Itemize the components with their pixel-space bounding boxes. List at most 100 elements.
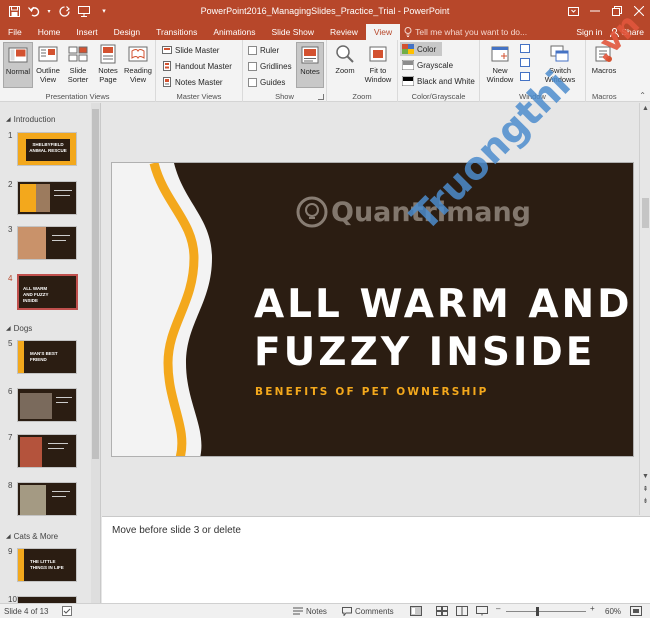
thumbnail-scrollbar-thumb[interactable]	[92, 109, 99, 459]
master-views-label: Master Views	[176, 92, 222, 101]
tab-home[interactable]: Home	[30, 24, 69, 40]
redo-icon[interactable]	[56, 3, 72, 19]
new-window-button[interactable]: New Window	[483, 42, 517, 88]
share-button[interactable]: Share	[608, 24, 650, 40]
previous-slide-icon[interactable]: ⇞	[640, 485, 650, 493]
next-slide-icon[interactable]: ⇟	[640, 497, 650, 505]
window-controls	[562, 0, 650, 22]
slide-title[interactable]: ALL WARM AND FUZZY INSIDE	[254, 281, 633, 377]
slide-vertical-scrollbar[interactable]: ▲ ▼ ⇞ ⇟	[639, 103, 650, 515]
slide-master-button[interactable]: Slide Master	[162, 43, 219, 57]
comments-status-button[interactable]: Comments	[342, 606, 394, 616]
sign-in-link[interactable]: Sign in	[570, 24, 608, 40]
tab-review[interactable]: Review	[322, 24, 366, 40]
slide-thumbnail-5[interactable]: MAN'S BEST FRIEND	[17, 340, 77, 374]
fit-to-window-button[interactable]: Fit to Window	[361, 42, 395, 88]
grayscale-button[interactable]: Grayscale	[402, 58, 453, 72]
scroll-up-icon[interactable]: ▲	[640, 105, 650, 112]
section-header-cats-more[interactable]: ◢ Cats & More	[6, 532, 58, 541]
tab-file[interactable]: File	[0, 24, 30, 40]
slide-thumbnail-1[interactable]: SHELBYFIELD ANIMAL RESCUE	[17, 132, 77, 166]
guides-checkbox[interactable]: Guides	[248, 75, 285, 89]
notes-toggle-button[interactable]: Notes	[296, 42, 324, 88]
thumbnail-scrollbar[interactable]	[91, 103, 100, 603]
notes-text[interactable]: Move before slide 3 or delete	[112, 525, 241, 536]
slide-editing-area[interactable]: ALL WARM AND FUZZY INSIDE BENEFITS OF PE…	[102, 103, 639, 515]
slide-show-status-icon[interactable]	[476, 606, 488, 618]
cascade-icon[interactable]	[520, 58, 530, 67]
slide-thumbnail-7[interactable]	[17, 434, 77, 468]
slide-subtitle[interactable]: BENEFITS OF PET OWNERSHIP	[255, 386, 489, 398]
slide-thumbnail-4[interactable]: ALL WARM AND FUZZY INSIDE	[17, 274, 78, 310]
save-icon[interactable]	[6, 3, 22, 19]
undo-icon[interactable]	[26, 3, 42, 19]
slide-thumbnail-10[interactable]	[17, 596, 77, 603]
notes-status-icon	[293, 607, 303, 615]
zoom-in-button[interactable]: +	[590, 604, 595, 613]
zoom-button[interactable]: Zoom	[330, 42, 360, 88]
notes-pane[interactable]: Move before slide 3 or delete	[102, 516, 650, 603]
reading-view-status-icon[interactable]	[456, 606, 468, 618]
zoom-slider-knob[interactable]	[536, 607, 539, 616]
slide-number: 6	[8, 387, 13, 396]
section-header-introduction[interactable]: ◢ Introduction	[6, 115, 55, 124]
reading-view-icon	[128, 46, 148, 62]
switch-windows-icon	[550, 45, 569, 62]
arrange-all-icon[interactable]	[520, 44, 530, 53]
scroll-down-icon[interactable]: ▼	[640, 473, 650, 480]
notes-status-button[interactable]: Notes	[293, 607, 327, 616]
slide-thumbnail-9[interactable]: THE LITTLE THINGS IN LIFE	[17, 548, 77, 582]
notes-page-button[interactable]: Notes Page	[93, 42, 123, 88]
slide-scrollbar-thumb[interactable]	[642, 198, 649, 228]
start-from-beginning-icon[interactable]	[76, 3, 92, 19]
group-presentation-views: Normal Outline View Slide Sorter Notes P…	[0, 40, 156, 102]
slide-thumbnail-8[interactable]	[17, 482, 77, 516]
move-split-icon[interactable]	[520, 72, 530, 81]
tab-animations[interactable]: Animations	[205, 24, 263, 40]
slide-sorter-status-icon[interactable]	[436, 606, 448, 618]
current-slide[interactable]: ALL WARM AND FUZZY INSIDE BENEFITS OF PE…	[111, 162, 634, 457]
slide-thumbnail-3[interactable]	[17, 226, 77, 260]
zoom-label: Zoom	[352, 92, 372, 101]
fit-slide-status-icon[interactable]	[630, 606, 642, 618]
tell-me-box[interactable]: Tell me what you want to do...	[404, 24, 527, 40]
slide-sorter-button[interactable]: Slide Sorter	[63, 42, 93, 88]
ruler-checkbox[interactable]: Ruler	[248, 43, 279, 57]
switch-windows-button[interactable]: Switch Windows	[538, 42, 582, 88]
tab-view[interactable]: View	[365, 24, 401, 40]
tab-design[interactable]: Design	[106, 24, 148, 40]
guides-check-icon	[248, 77, 257, 87]
slide-counter[interactable]: Slide 4 of 13	[4, 607, 48, 616]
outline-view-button[interactable]: Outline View	[33, 42, 63, 88]
slide-thumbnail-2[interactable]	[17, 181, 77, 215]
zoom-out-button[interactable]: –	[496, 604, 500, 613]
color-button[interactable]: Color	[400, 42, 442, 56]
tab-insert[interactable]: Insert	[68, 24, 105, 40]
black-and-white-button[interactable]: Black and White	[402, 74, 475, 88]
handout-master-button[interactable]: Handout Master	[162, 59, 232, 73]
group-macros: Macros Macros ⌃	[586, 40, 650, 102]
undo-dropdown-icon[interactable]: ▾	[46, 3, 52, 19]
normal-view-icon	[8, 47, 28, 63]
slide-thumbnail-6[interactable]	[17, 388, 77, 422]
macros-button[interactable]: Macros	[588, 42, 620, 88]
ribbon-display-options-icon[interactable]	[562, 0, 584, 22]
notes-master-button[interactable]: Notes Master	[162, 75, 223, 89]
section-header-dogs[interactable]: ◢ Dogs	[6, 324, 32, 333]
close-icon[interactable]	[628, 0, 650, 22]
tab-slide-show[interactable]: Slide Show	[263, 24, 322, 40]
notes-page-icon	[100, 44, 116, 64]
gridlines-checkbox[interactable]: Gridlines	[248, 59, 292, 73]
normal-view-status-icon[interactable]	[410, 606, 422, 618]
restore-icon[interactable]	[606, 0, 628, 22]
slide-thumbnail-pane[interactable]: ◢ Introduction 1 SHELBYFIELD ANIMAL RESC…	[0, 103, 101, 603]
zoom-slider[interactable]	[506, 611, 586, 612]
zoom-level[interactable]: 60%	[605, 607, 621, 616]
spell-check-icon[interactable]	[62, 606, 72, 616]
tab-transitions[interactable]: Transitions	[148, 24, 205, 40]
customize-qat-icon[interactable]: ▾	[96, 3, 112, 19]
minimize-icon[interactable]	[584, 0, 606, 22]
normal-view-button[interactable]: Normal	[3, 42, 33, 88]
reading-view-button[interactable]: Reading View	[123, 42, 153, 88]
collapse-ribbon-icon[interactable]: ⌃	[639, 91, 646, 100]
